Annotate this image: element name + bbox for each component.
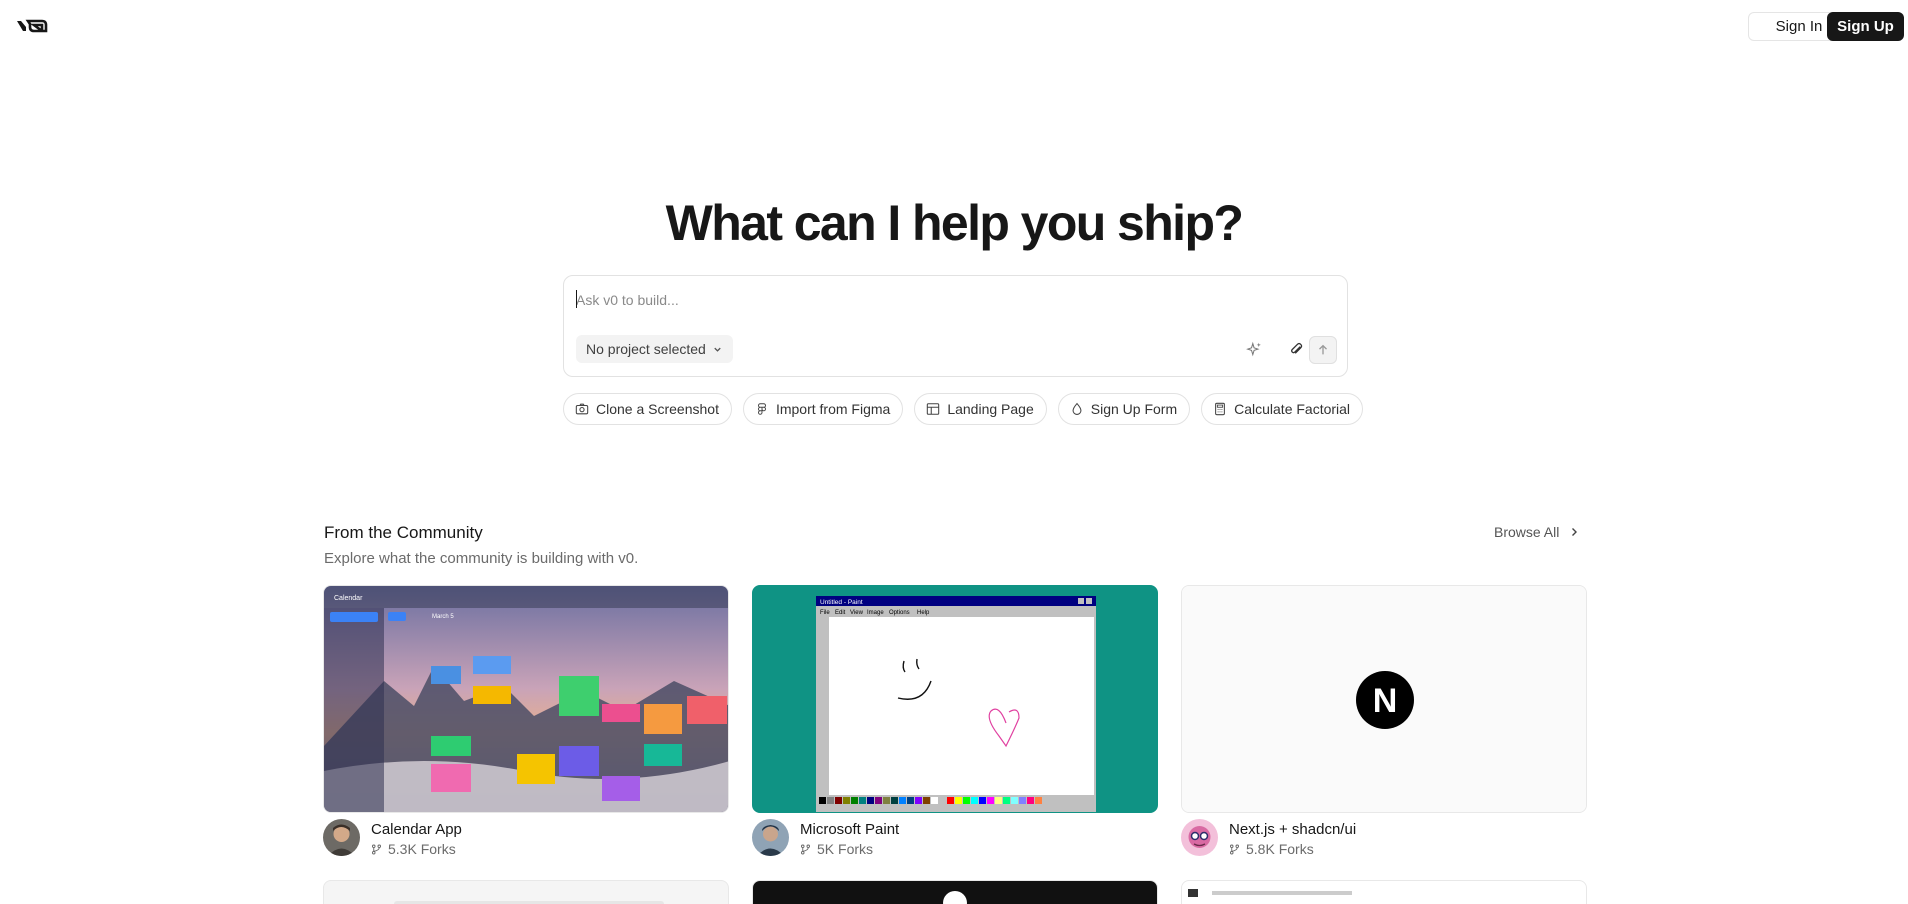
avatar [1181,819,1218,856]
paint-menu-help: Help [917,610,930,616]
community-card-partial[interactable] [1181,880,1587,904]
avatar [323,819,360,856]
suggestion-chips: Clone a Screenshot Import from Figma Lan… [563,393,1364,425]
chip-label: Calculate Factorial [1234,401,1351,417]
nextjs-thumbnail: N [1181,585,1587,813]
community-card-calendar[interactable]: Calendar March 5 Calendar App 5.3K Forks [323,585,729,863]
community-title: From the Community [324,523,483,542]
avatar [752,819,789,856]
card-forks-label: 5.3K Forks [388,841,456,857]
paint-window-title: Untitled - Paint [820,599,863,606]
figma-icon [758,403,766,415]
paint-menu-view: View [850,610,864,616]
chip-clone-screenshot[interactable]: Clone a Screenshot [563,393,732,425]
chip-landing-page[interactable]: Landing Page [914,393,1047,425]
chip-label: Landing Page [947,401,1034,417]
text-caret [576,290,577,308]
v0-logo-icon[interactable] [16,16,48,36]
prompt-box: No project selected [563,275,1348,377]
paperclip-icon[interactable] [1284,337,1308,361]
chip-import-figma[interactable]: Import from Figma [742,393,904,425]
project-select-label: No project selected [586,341,706,357]
card-forks-label: 5.8K Forks [1246,841,1314,857]
chip-label: Import from Figma [775,401,891,417]
chip-sign-up-form[interactable]: Sign Up Form [1057,393,1191,425]
community-card-paint[interactable]: Untitled - Paint File Edit View Image Op… [752,585,1158,863]
community-card-partial[interactable] [323,880,729,904]
nextjs-logo-icon: N [1373,682,1398,720]
paint-menu-image: Image [867,610,884,616]
community-card-partial[interactable] [752,880,1158,904]
send-button[interactable] [1309,336,1337,364]
fork-icon [1230,844,1239,854]
card-forks-label: 5K Forks [817,841,874,857]
hero-title: What can I help you ship? [665,195,1244,251]
prompt-input[interactable] [576,288,1316,312]
paint-menu-edit: Edit [835,610,846,616]
layout-icon [927,403,940,415]
card-forks: 5K Forks [800,841,873,857]
card-title[interactable]: Microsoft Paint [800,821,899,838]
paint-menu-file: File [820,610,830,616]
chip-calculate-factorial[interactable]: Calculate Factorial [1201,393,1364,425]
community-card-nextjs[interactable]: N Next.js + shadcn/ui 5.8K Forks [1181,585,1587,863]
calendar-month-label: March 5 [432,614,454,620]
camera-icon [575,403,589,415]
card-title[interactable]: Calendar App [371,821,462,838]
chip-label: Clone a Screenshot [596,401,719,417]
fork-icon [801,844,810,854]
sparkle-icon[interactable] [1242,337,1266,361]
fork-icon [372,844,381,854]
browse-all-link[interactable]: Browse All [1494,524,1579,540]
card-title[interactable]: Next.js + shadcn/ui [1229,821,1356,838]
arrow-up-icon [1319,344,1327,355]
chevron-right-icon [1572,528,1578,536]
paint-app-thumbnail: Untitled - Paint File Edit View Image Op… [752,585,1158,813]
community-subtitle: Explore what the community is building w… [324,550,639,567]
paint-menu-options: Options [889,610,910,616]
card-forks: 5.8K Forks [1229,841,1314,857]
browse-all-label: Browse All [1494,524,1560,540]
card-forks: 5.3K Forks [371,841,456,857]
calendar-app-label: Calendar [334,595,363,602]
sign-up-button[interactable]: Sign Up [1827,12,1904,41]
droplet-icon [1072,402,1082,415]
project-select[interactable]: No project selected [576,335,733,363]
chevron-down-icon [714,347,721,352]
calculator-icon [1215,402,1226,416]
calendar-app-thumbnail: Calendar March 5 [323,585,729,813]
chip-label: Sign Up Form [1090,401,1178,417]
